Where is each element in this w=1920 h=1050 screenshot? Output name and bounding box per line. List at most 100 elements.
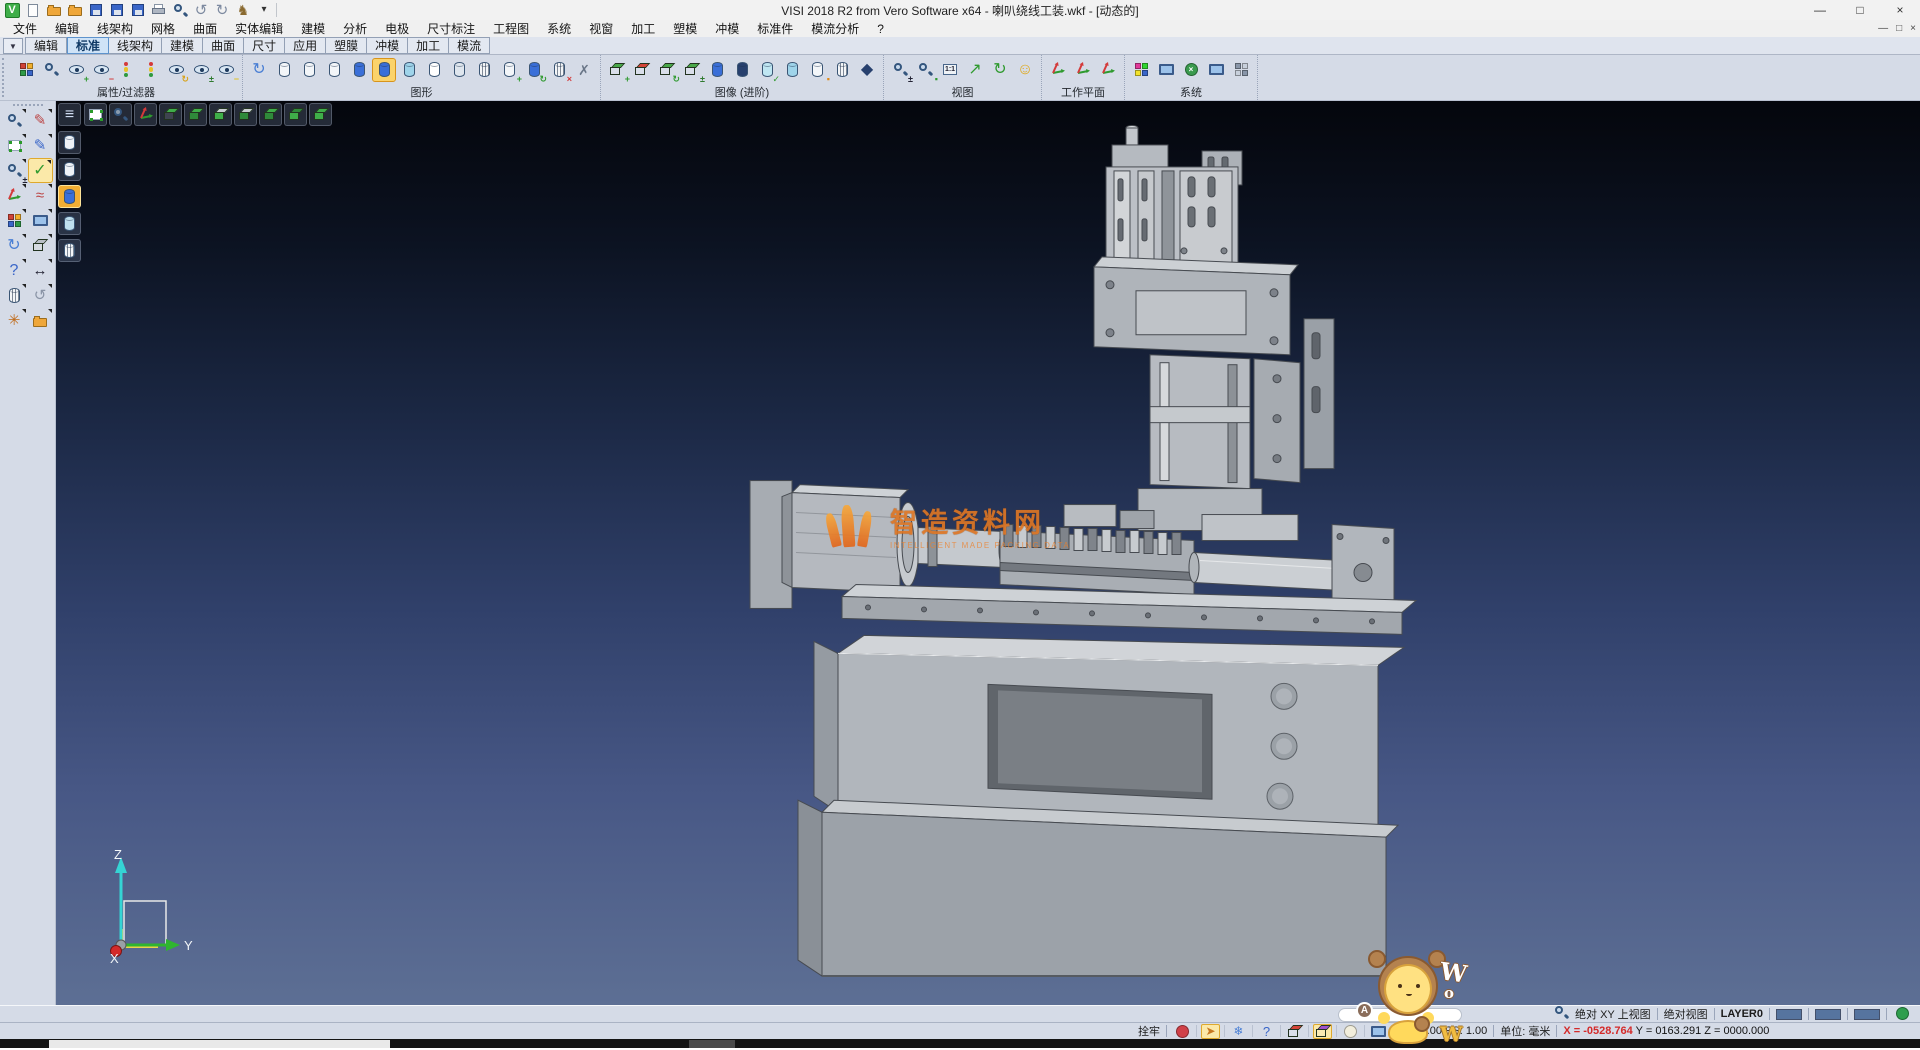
view-right-cube-icon[interactable] — [284, 103, 307, 126]
view-front-cube-icon[interactable] — [209, 103, 232, 126]
menu-建模[interactable]: 建模 — [292, 20, 334, 37]
view-back-cube-icon[interactable] — [234, 103, 257, 126]
tab-建模[interactable]: 建模 — [162, 37, 203, 54]
helm-wheel-icon[interactable]: ✳ — [2, 308, 27, 333]
workplane-align-icon[interactable] — [1096, 58, 1120, 82]
menu-编辑[interactable]: 编辑 — [46, 20, 88, 37]
tab-曲面[interactable]: 曲面 — [203, 37, 244, 54]
highlight-bulb-icon[interactable] — [1341, 1024, 1360, 1039]
menu-网格[interactable]: 网格 — [142, 20, 184, 37]
attributes-books-icon[interactable] — [2, 208, 27, 233]
menu-电极[interactable]: 电极 — [376, 20, 418, 37]
new-document-icon[interactable] — [24, 2, 42, 19]
refresh-visibility-icon[interactable]: ↻ — [164, 58, 188, 82]
menu-视窗[interactable]: 视窗 — [580, 20, 622, 37]
show-entities-icon[interactable]: + — [64, 58, 88, 82]
translucent-cylinder-icon[interactable] — [397, 58, 421, 82]
maximize-button[interactable]: □ — [1840, 0, 1880, 20]
layer-color-swatch[interactable] — [1854, 1009, 1880, 1020]
shade-wireframe-icon[interactable] — [58, 131, 81, 154]
3d-viewport[interactable]: ≡ 智造资料网 INTELLIGENT MADE PACKING DATA — [56, 101, 1920, 1005]
menu-?[interactable]: ? — [868, 20, 893, 37]
color-palette-icon[interactable] — [1129, 58, 1153, 82]
pick-mode-icon[interactable]: ➤ — [1201, 1024, 1220, 1039]
purge-graphics-icon[interactable]: × — [547, 58, 571, 82]
fit-window-icon[interactable] — [84, 103, 107, 126]
menu-冲模[interactable]: 冲模 — [706, 20, 748, 37]
save-as-icon[interactable] — [108, 2, 126, 19]
layer-color-swatch[interactable] — [1815, 1009, 1841, 1020]
system-tools-icon[interactable]: × — [1179, 58, 1203, 82]
wire-overlay-cylinder-icon[interactable] — [447, 58, 471, 82]
menu-系统[interactable]: 系统 — [538, 20, 580, 37]
zoom-extents-icon[interactable]: ▪ — [913, 58, 937, 82]
snap-ice-icon[interactable]: ❄ — [1229, 1024, 1248, 1039]
minimize-button[interactable]: — — [1800, 0, 1840, 20]
menu-尺寸标注[interactable]: 尺寸标注 — [418, 20, 484, 37]
traffic-cube-icon[interactable] — [630, 58, 654, 82]
axes-tool-icon[interactable] — [2, 183, 27, 208]
shaded-edges-cylinder-icon[interactable] — [372, 58, 396, 82]
filter-traffic-all-icon[interactable] — [139, 58, 163, 82]
help-query-icon[interactable]: ? — [2, 258, 27, 283]
save-all-icon[interactable] — [129, 2, 147, 19]
spline-edit-icon[interactable]: ✎ — [28, 133, 53, 158]
menu-塑模[interactable]: 塑模 — [664, 20, 706, 37]
view-top-cube-icon[interactable] — [159, 103, 182, 126]
zoom-dynamic-icon[interactable]: ± — [2, 158, 27, 183]
close-button[interactable]: × — [1880, 0, 1920, 20]
delete-trash-icon[interactable] — [2, 283, 27, 308]
document-search-icon[interactable] — [39, 58, 63, 82]
status-search-icon[interactable] — [1552, 1005, 1571, 1020]
workplane-create-icon[interactable] — [1046, 58, 1070, 82]
visi-logo-icon[interactable]: V — [3, 2, 21, 19]
shade-striped-icon[interactable] — [58, 239, 81, 262]
taskbar-window-segment[interactable] — [49, 1040, 390, 1048]
hidden-line-cylinder-icon[interactable] — [297, 58, 321, 82]
lock-toggle[interactable]: 拴牢 — [1138, 1023, 1160, 1039]
toggle-visibility-icon[interactable]: ± — [189, 58, 213, 82]
solid-polyhedron-icon[interactable]: ◆ — [855, 58, 879, 82]
blue-cylinder-icon[interactable] — [705, 58, 729, 82]
scale-indicator[interactable]: LS: 1.00 PS: 1.00 — [1401, 1025, 1487, 1037]
undo-gray-icon[interactable]: ↺ — [28, 283, 53, 308]
tab-线架构[interactable]: 线架构 — [109, 37, 162, 54]
wireframe-cylinder-icon[interactable] — [272, 58, 296, 82]
qat-dropdown-icon[interactable]: ▾ — [255, 2, 273, 19]
tab-模流[interactable]: 模流 — [449, 37, 490, 54]
redo-icon[interactable]: ↻ — [213, 2, 231, 19]
copy-graphics-icon[interactable]: + — [497, 58, 521, 82]
ribbon-drag-handle[interactable] — [2, 58, 8, 97]
units-indicator[interactable]: 单位: 毫米 — [1500, 1023, 1550, 1039]
display-settings-icon[interactable] — [1154, 58, 1178, 82]
record-mode-icon[interactable] — [1173, 1024, 1192, 1039]
curve-edit-icon[interactable]: ≈ — [28, 183, 53, 208]
flat-cylinder-icon[interactable] — [422, 58, 446, 82]
menu-实体编辑[interactable]: 实体编辑 — [226, 20, 292, 37]
print-icon[interactable] — [150, 2, 168, 19]
zoom-window-icon[interactable] — [109, 103, 132, 126]
view-solid-cube-icon[interactable] — [309, 103, 332, 126]
dashed-cylinder-icon[interactable] — [322, 58, 346, 82]
absolute-view-label[interactable]: 绝对视图 — [1664, 1006, 1708, 1022]
solid-cube-icon[interactable] — [28, 233, 53, 258]
shade-solid-icon[interactable] — [58, 185, 81, 208]
menu-加工[interactable]: 加工 — [622, 20, 664, 37]
window-panes-icon[interactable] — [28, 208, 53, 233]
add-image-cube-icon[interactable]: + — [605, 58, 629, 82]
grid-window-icon[interactable] — [1369, 1024, 1388, 1039]
refresh-model-icon[interactable]: ↻ — [2, 233, 27, 258]
knight-icon[interactable]: ♞ — [234, 2, 252, 19]
select-magnifier-icon[interactable] — [2, 108, 27, 133]
render-smiley-icon[interactable]: ☺ — [1013, 58, 1037, 82]
refresh-cube-icon[interactable]: ↻ — [655, 58, 679, 82]
tab-应用[interactable]: 应用 — [285, 37, 326, 54]
workplane-edit-icon[interactable] — [1071, 58, 1095, 82]
zoom-1to1-icon[interactable]: 1:1 — [938, 58, 962, 82]
matrix-settings-icon[interactable] — [1229, 58, 1253, 82]
tab-标准[interactable]: 标准 — [67, 37, 109, 54]
zoom-inout-icon[interactable]: ± — [888, 58, 912, 82]
edit-sketch-icon[interactable]: ✎ — [28, 108, 53, 133]
graphics-tools-icon[interactable]: ✗ — [572, 58, 596, 82]
menu-曲面[interactable]: 曲面 — [184, 20, 226, 37]
